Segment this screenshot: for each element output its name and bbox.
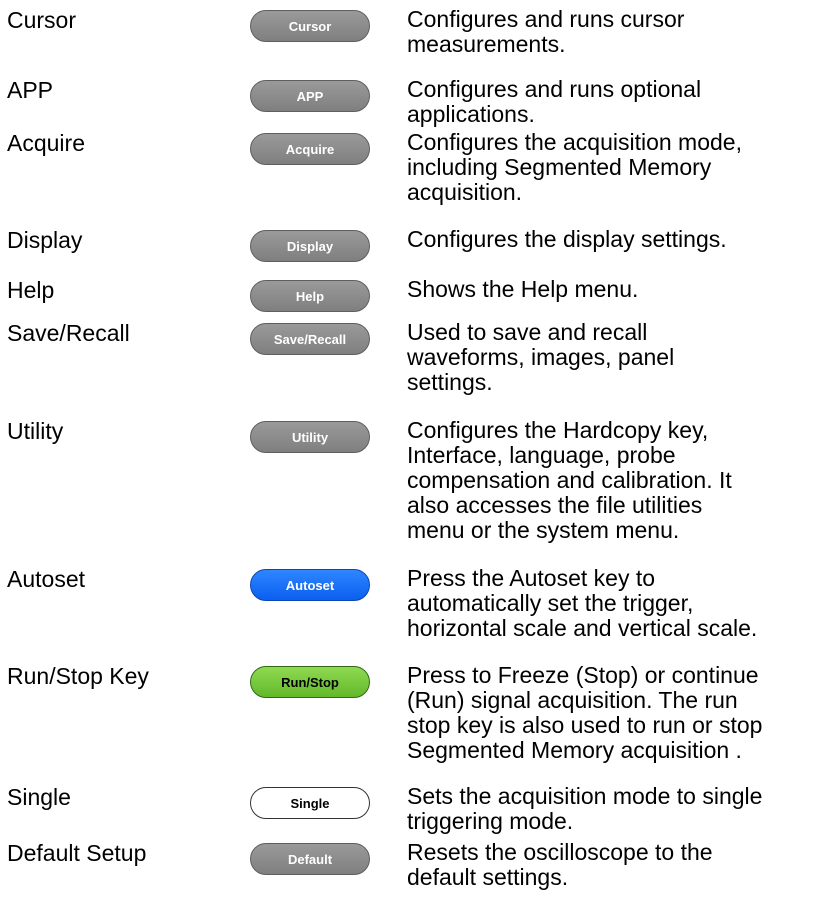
app-key-button[interactable]: APP — [250, 80, 370, 112]
description-line: Configures the Hardcopy key, — [407, 417, 709, 443]
description-line: horizontal scale and vertical scale. — [407, 615, 758, 641]
default-key-button[interactable]: Default — [250, 843, 370, 875]
row-label: Autoset — [7, 566, 85, 592]
utility-key-button[interactable]: Utility — [250, 421, 370, 453]
acquire-key-button[interactable]: Acquire — [250, 133, 370, 165]
row-label: Save/Recall — [7, 320, 130, 346]
description-line: automatically set the trigger, — [407, 590, 694, 616]
description-line: Configures the display settings. — [407, 226, 727, 252]
row-description: Configures the display settings. — [407, 227, 823, 252]
row-description: Sets the acquisition mode to single trig… — [407, 784, 823, 834]
display-key-button[interactable]: Display — [250, 230, 370, 262]
description-line: menu or the system menu. — [407, 517, 680, 543]
description-line: Segmented Memory acquisition . — [407, 737, 742, 763]
run-stop-key-button[interactable]: Run/Stop — [250, 666, 370, 698]
save-recall-key-button[interactable]: Save/Recall — [250, 323, 370, 355]
row-description: Configures the Hardcopy key, Interface, … — [407, 418, 823, 543]
description-line: default settings. — [407, 864, 569, 890]
description-line: applications. — [407, 101, 535, 127]
description-line: (Run) signal acquisition. The run — [407, 687, 738, 713]
description-line: also accesses the file utilities — [407, 492, 703, 518]
description-line: Press to Freeze (Stop) or continue — [407, 662, 759, 688]
description-line: stop key is also used to run or stop — [407, 712, 763, 738]
description-line: settings. — [407, 369, 493, 395]
row-label: Single — [7, 784, 71, 810]
description-line: Sets the acquisition mode to single — [407, 783, 763, 809]
help-key-button[interactable]: Help — [250, 280, 370, 312]
row-label: Run/Stop Key — [7, 663, 149, 689]
description-line: triggering mode. — [407, 808, 574, 834]
row-label: Help — [7, 277, 55, 303]
description-line: Used to save and recall — [407, 319, 648, 345]
row-description: Resets the oscilloscope to the default s… — [407, 840, 823, 890]
row-description: Press the Autoset key to automatically s… — [407, 566, 823, 641]
autoset-key-button[interactable]: Autoset — [250, 569, 370, 601]
description-line: measurements. — [407, 31, 566, 57]
description-line: waveforms, images, panel — [407, 344, 675, 370]
row-label: Default Setup — [7, 840, 147, 866]
description-line: Configures and runs cursor — [407, 6, 685, 32]
description-line: Interface, language, probe — [407, 442, 676, 468]
description-line: acquisition. — [407, 179, 523, 205]
row-description: Configures and runs optional application… — [407, 77, 823, 127]
description-line: Press the Autoset key to — [407, 565, 656, 591]
description-line: Shows the Help menu. — [407, 276, 639, 302]
description-line: Configures and runs optional — [407, 76, 702, 102]
row-label: Acquire — [7, 130, 85, 156]
single-key-button[interactable]: Single — [250, 787, 370, 819]
row-label: Cursor — [7, 7, 77, 33]
row-description: Configures and runs cursor measurements. — [407, 7, 823, 57]
row-description: Used to save and recall waveforms, image… — [407, 320, 823, 395]
row-description: Press to Freeze (Stop) or continue (Run)… — [407, 663, 823, 763]
row-label: APP — [7, 77, 54, 103]
row-label: Display — [7, 227, 83, 253]
row-label: Utility — [7, 418, 64, 444]
cursor-key-button[interactable]: Cursor — [250, 10, 370, 42]
description-line: including Segmented Memory — [407, 154, 712, 180]
row-description: Configures the acquisition mode, includi… — [407, 130, 823, 205]
description-line: compensation and calibration. It — [407, 467, 732, 493]
row-description: Shows the Help menu. — [407, 277, 823, 302]
description-line: Resets the oscilloscope to the — [407, 839, 713, 865]
description-line: Configures the acquisition mode, — [407, 129, 742, 155]
